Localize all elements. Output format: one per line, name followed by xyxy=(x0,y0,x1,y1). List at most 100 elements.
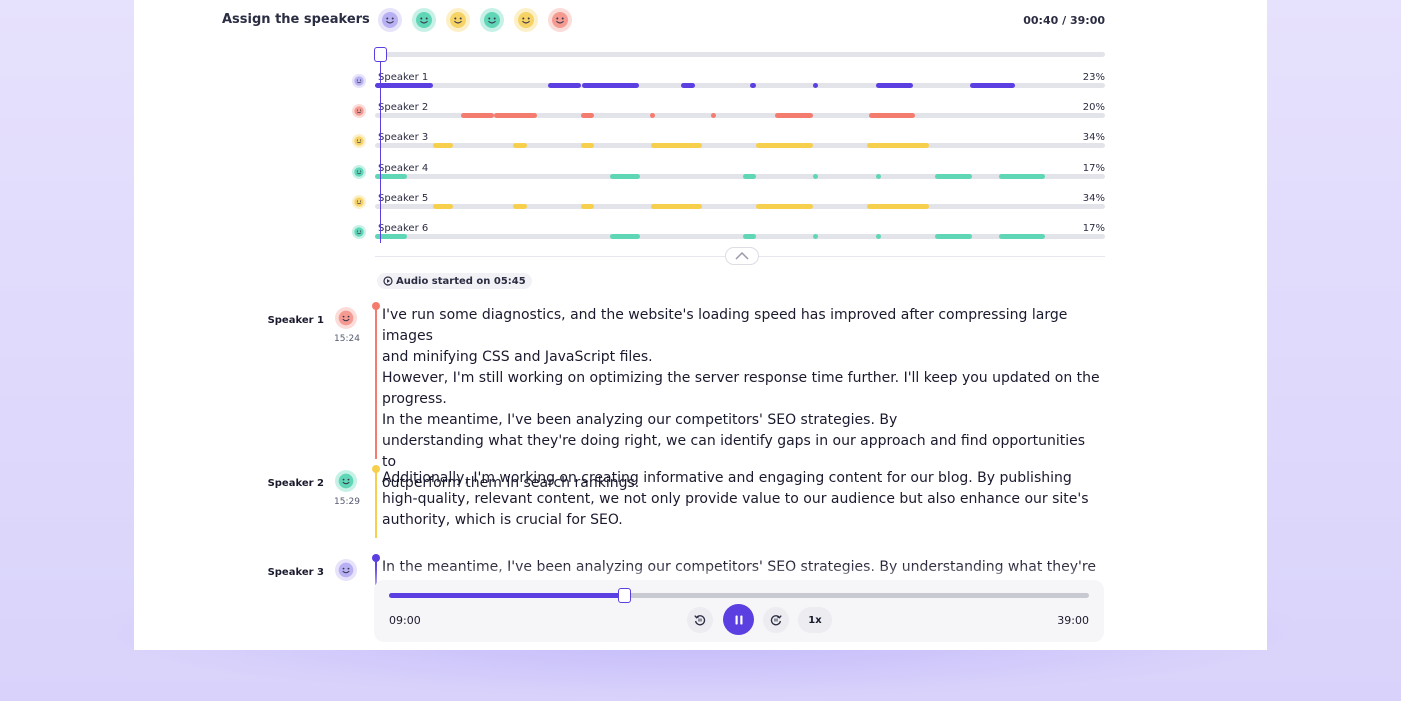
player-progress-fill xyxy=(389,593,624,598)
speech-segment[interactable] xyxy=(869,113,916,119)
speaker-lane[interactable] xyxy=(375,234,1105,239)
smiley-face-icon[interactable] xyxy=(548,8,572,32)
speech-segment[interactable] xyxy=(580,113,594,119)
speech-segment[interactable] xyxy=(493,113,538,119)
speech-segment[interactable] xyxy=(580,203,594,209)
smiley-face-icon[interactable] xyxy=(335,470,357,492)
speaker-timeline-row[interactable]: Speaker 1 23% xyxy=(352,72,1107,102)
speech-segment[interactable] xyxy=(680,83,695,88)
fast-forward-icon xyxy=(770,615,782,626)
player-progress-handle[interactable] xyxy=(617,588,631,603)
speech-segment[interactable] xyxy=(650,203,703,209)
entry-color-bar xyxy=(375,471,377,538)
player-current-time: 09:00 xyxy=(389,614,421,627)
speech-segment[interactable] xyxy=(610,234,640,239)
speech-segment[interactable] xyxy=(710,113,716,119)
speaker-lane[interactable] xyxy=(375,83,1105,88)
entry-text-line: high-quality, relevant content, we not o… xyxy=(382,491,1089,507)
timeline-scrub-track[interactable] xyxy=(375,52,1105,57)
assign-speakers-title: Assign the speakers xyxy=(222,12,370,27)
speaker-lane[interactable] xyxy=(375,113,1105,119)
speech-segment[interactable] xyxy=(375,83,434,88)
speaker-name: Speaker 3 xyxy=(378,132,429,144)
speech-segment[interactable] xyxy=(867,203,930,209)
entry-speaker-name[interactable]: Speaker 2 xyxy=(268,478,324,489)
speaker-percentage: 17% xyxy=(1082,223,1105,234)
speech-segment[interactable] xyxy=(650,113,656,119)
speaker-name: Speaker 5 xyxy=(378,192,429,204)
speech-segment[interactable] xyxy=(750,83,757,88)
speaker-name: Speaker 1 xyxy=(378,72,429,83)
speech-segment[interactable] xyxy=(461,113,494,119)
smiley-face-icon xyxy=(352,104,366,119)
entry-speaker-name[interactable]: Speaker 1 xyxy=(268,315,324,326)
speech-segment[interactable] xyxy=(580,143,594,149)
speech-segment[interactable] xyxy=(934,173,973,179)
speech-segment[interactable] xyxy=(934,234,973,239)
entry-text[interactable]: In the meantime, I've been analyzing our… xyxy=(382,557,1102,578)
entry-text-line: However, I'm still working on optimizing… xyxy=(382,370,1100,386)
speech-segment[interactable] xyxy=(433,203,454,209)
entry-text[interactable]: Additionally, I'm working on creating in… xyxy=(382,468,1102,531)
speech-segment[interactable] xyxy=(610,173,640,179)
speech-segment[interactable] xyxy=(581,83,639,88)
speech-segment[interactable] xyxy=(742,173,757,179)
entry-speaker-name[interactable]: Speaker 3 xyxy=(268,567,324,578)
audio-player: 09:00 1x 39:00 xyxy=(374,580,1104,642)
current-time: 00:40 xyxy=(1023,14,1059,27)
speech-segment[interactable] xyxy=(875,83,913,88)
speech-segment[interactable] xyxy=(756,143,813,149)
collapse-timeline-button[interactable] xyxy=(725,247,759,265)
speech-segment[interactable] xyxy=(813,173,819,179)
speech-segment[interactable] xyxy=(969,83,1016,88)
speech-segment[interactable] xyxy=(433,143,454,149)
entry-timestamp[interactable]: 15:29 xyxy=(330,497,364,507)
play-pause-button[interactable] xyxy=(723,604,754,635)
entry-text-line: understanding what they're doing right, … xyxy=(382,433,1086,470)
speech-segment[interactable] xyxy=(813,83,819,88)
speech-segment[interactable] xyxy=(756,203,813,209)
entry-text-line: and minifying CSS and JavaScript files. xyxy=(382,349,653,365)
smiley-face-icon[interactable] xyxy=(335,307,357,329)
speaker-lane[interactable] xyxy=(375,203,1105,209)
timeline-scrub-handle[interactable] xyxy=(374,47,387,62)
speech-segment[interactable] xyxy=(875,234,881,239)
entry-timestamp[interactable]: 15:24 xyxy=(330,334,364,344)
speech-segment[interactable] xyxy=(813,234,819,239)
speech-segment[interactable] xyxy=(867,143,930,149)
smiley-face-icon[interactable] xyxy=(514,8,538,32)
speaker-timeline-row[interactable]: Speaker 3 34% xyxy=(352,132,1107,162)
speaker-percentage: 34% xyxy=(1082,132,1105,144)
rewind-button[interactable] xyxy=(687,607,713,633)
speaker-name: Speaker 2 xyxy=(378,102,429,114)
smiley-face-icon xyxy=(352,225,366,239)
smiley-face-icon[interactable] xyxy=(480,8,504,32)
speech-segment[interactable] xyxy=(650,143,703,149)
speech-segment[interactable] xyxy=(512,143,527,149)
entry-text-line: progress. xyxy=(382,391,447,407)
speaker-timeline-row[interactable]: Speaker 5 34% xyxy=(352,193,1107,223)
speech-segment[interactable] xyxy=(775,113,813,119)
speaker-timeline-row[interactable]: Speaker 2 20% xyxy=(352,102,1107,132)
smiley-face-icon[interactable] xyxy=(446,8,470,32)
smiley-face-icon[interactable] xyxy=(335,559,357,581)
speaker-lane[interactable] xyxy=(375,143,1105,149)
total-time: 39:00 xyxy=(1069,14,1105,27)
entry-color-bar xyxy=(375,308,377,459)
play-circle-icon xyxy=(383,276,393,286)
entry-text[interactable]: I've run some diagnostics, and the websi… xyxy=(382,305,1102,494)
fast-forward-button[interactable] xyxy=(763,607,789,633)
speech-segment[interactable] xyxy=(999,234,1046,239)
smiley-face-icon[interactable] xyxy=(378,8,402,32)
speech-segment[interactable] xyxy=(512,203,527,209)
speech-segment[interactable] xyxy=(875,173,881,179)
speech-segment[interactable] xyxy=(742,234,757,239)
playback-speed-button[interactable]: 1x xyxy=(798,607,832,633)
player-progress-track[interactable] xyxy=(389,593,1089,598)
speech-segment[interactable] xyxy=(548,83,581,88)
speaker-timeline-row[interactable]: Speaker 4 17% xyxy=(352,163,1107,193)
speaker-lane[interactable] xyxy=(375,173,1105,179)
speech-segment[interactable] xyxy=(999,173,1046,179)
smiley-face-icon[interactable] xyxy=(412,8,436,32)
player-total-time: 39:00 xyxy=(1057,614,1089,627)
